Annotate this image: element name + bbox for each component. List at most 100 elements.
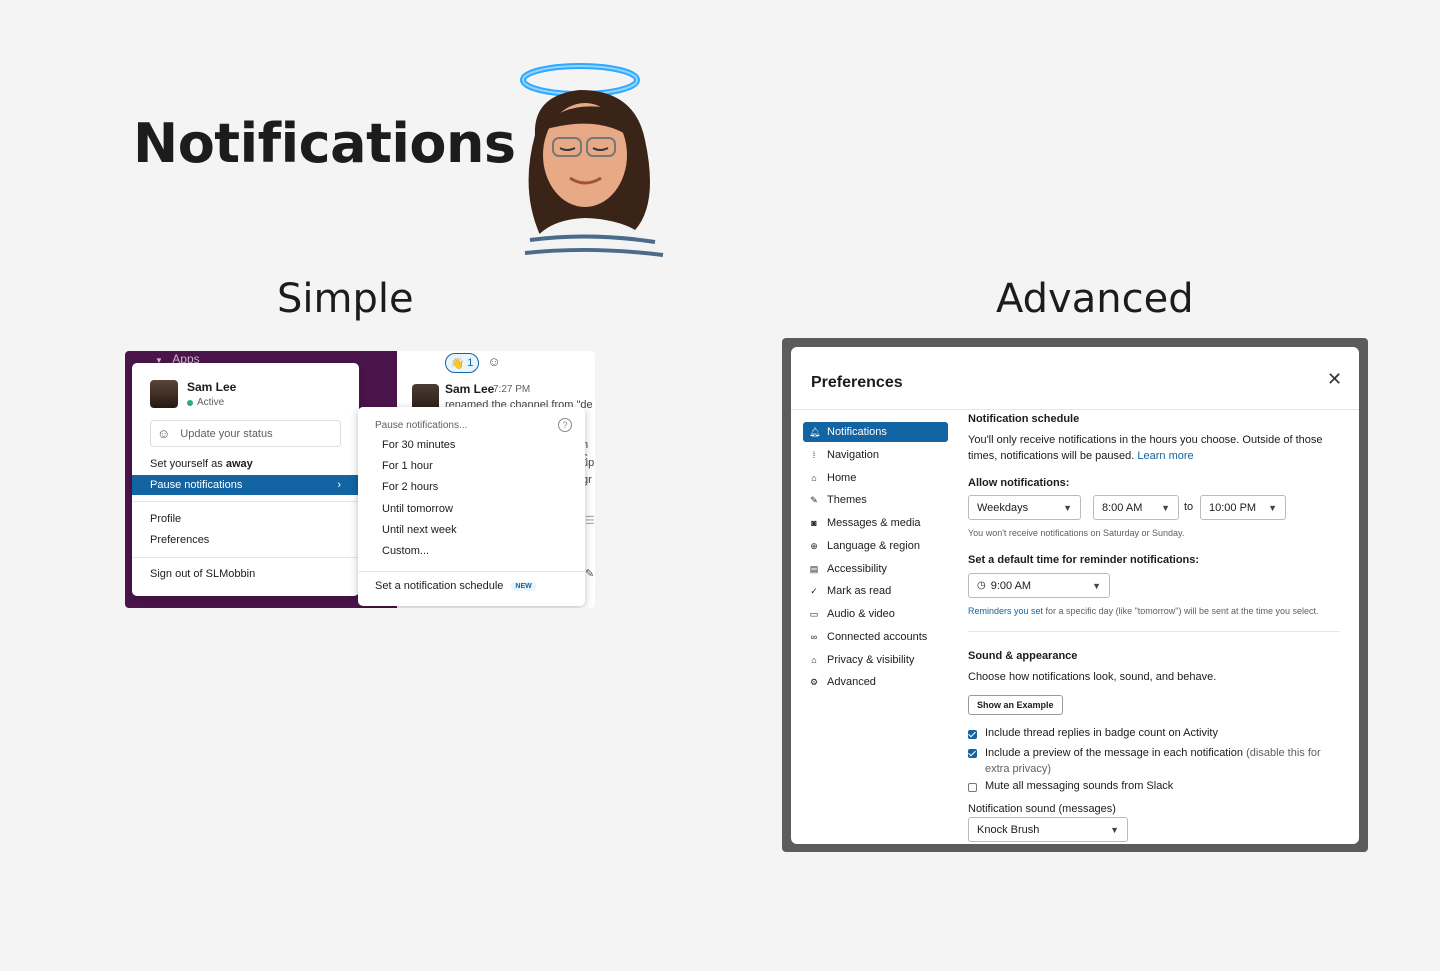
compose-icon[interactable]: ✎ <box>585 567 594 580</box>
preview-label-text: Include a preview of the message in each… <box>985 747 1244 759</box>
accessibility-icon: ▤ <box>809 563 819 574</box>
message-author[interactable]: Sam Lee <box>445 382 494 396</box>
brush-icon: ✎ <box>810 494 818 505</box>
nav-label: Themes <box>827 494 867 506</box>
checkbox-checked-icon[interactable] <box>968 749 977 758</box>
check-circle-icon: ✓ <box>810 585 818 596</box>
presence-label: Active <box>197 397 225 408</box>
modal-title: Preferences <box>811 374 903 391</box>
pause-option[interactable]: For 2 hours <box>382 481 438 493</box>
update-status-label: Update your status <box>180 427 273 440</box>
checkbox-unchecked-icon[interactable] <box>968 783 977 792</box>
preferences-item[interactable]: Preferences <box>150 534 209 546</box>
mute-sounds-option[interactable]: Mute all messaging sounds from Slack <box>968 780 1173 792</box>
advanced-label: Advanced <box>996 276 1194 322</box>
help-icon[interactable]: ? <box>558 418 572 432</box>
allow-label-text: Allow notifications: <box>968 477 1070 489</box>
pause-notifications-label: Pause notifications <box>150 479 243 491</box>
link-icon: ∞ <box>810 632 818 642</box>
divider <box>968 631 1340 632</box>
nav-label: Language & region <box>827 540 920 552</box>
profile-name: Sam Lee <box>187 380 237 394</box>
reminders-link[interactable]: Reminders you set <box>968 606 1043 616</box>
set-schedule-item[interactable]: Set a notification schedule NEW <box>375 580 536 592</box>
notification-sound-select[interactable]: Knock Brush ▼ <box>968 817 1128 842</box>
nav-item-mark-as-read[interactable]: ✓ Mark as read <box>803 581 948 601</box>
learn-more-link[interactable]: Learn more <box>1137 450 1193 462</box>
message-time[interactable]: 7:27 PM <box>493 384 530 395</box>
reaction-pill[interactable]: 👋 1 <box>445 353 479 373</box>
reminder-time-value: 9:00 AM <box>990 579 1032 592</box>
end-time-select[interactable]: 10:00 PM ▼ <box>1200 495 1286 520</box>
clock-icon: ◷ <box>977 580 986 591</box>
set-away-prefix: Set yourself as <box>150 458 226 470</box>
pause-option[interactable]: For 30 minutes <box>382 439 455 451</box>
checkbox-checked-icon[interactable] <box>968 730 977 739</box>
set-schedule-label: Set a notification schedule <box>375 580 504 592</box>
pause-notifications-item[interactable]: Pause notifications › <box>132 475 359 495</box>
profile-menu: Sam Lee Active ☺ Update your status Set … <box>132 363 359 596</box>
nav-item-navigation[interactable]: ⁞ Navigation <box>803 445 948 465</box>
sound-description: Choose how notifications look, sound, an… <box>968 671 1217 683</box>
nav-item-home[interactable]: ⌂ Home <box>803 468 948 488</box>
message-icon: ◙ <box>811 518 817 528</box>
globe-icon: ⊕ <box>810 540 818 551</box>
end-time-value: 10:00 PM <box>1209 501 1257 514</box>
days-value: Weekdays <box>977 501 1029 514</box>
nav-label: Accessibility <box>827 563 887 575</box>
nav-item-language-region[interactable]: ⊕ Language & region <box>803 536 948 556</box>
video-icon: ▭ <box>809 608 819 619</box>
simple-label: Simple <box>277 276 414 322</box>
chevron-down-icon: ▼ <box>1268 502 1277 513</box>
schedule-heading: Notification schedule <box>968 413 1080 425</box>
memoji-halo-avatar <box>515 60 670 260</box>
chevron-down-icon: ▼ <box>1110 824 1119 835</box>
reminder-time-display: ◷ 9:00 AM <box>977 580 1031 592</box>
show-example-button[interactable]: Show an Example <box>968 695 1063 715</box>
preferences-content: Notification schedule You'll only receiv… <box>968 347 1348 844</box>
schedule-description: You'll only receive notifications in the… <box>968 432 1328 464</box>
pause-option[interactable]: Until tomorrow <box>382 503 453 515</box>
advanced-screenshot: Preferences ✕ 🔔︎ Notifications ⁞ Navigat… <box>782 338 1368 852</box>
update-status-button[interactable]: ☺ Update your status <box>150 420 341 447</box>
nav-item-privacy-visibility[interactable]: ⌂ Privacy & visibility <box>803 650 948 670</box>
nav-item-advanced[interactable]: ⚙ Advanced <box>803 672 948 692</box>
divider <box>358 571 585 572</box>
profile-item[interactable]: Profile <box>150 513 181 525</box>
nav-item-accessibility[interactable]: ▤ Accessibility <box>803 559 948 579</box>
pause-menu-header: Pause notifications... <box>375 420 468 431</box>
smiley-icon: ☺ <box>157 426 171 441</box>
allow-notifications-label: Allow notifications: <box>968 477 1069 489</box>
pause-option[interactable]: For 1 hour <box>382 460 433 472</box>
divider <box>132 501 359 502</box>
gear-icon: ⚙ <box>809 676 819 687</box>
preview-option[interactable]: Include a preview of the message in each… <box>968 745 1343 777</box>
nav-item-notifications[interactable]: 🔔︎ Notifications <box>803 422 948 442</box>
set-away-item[interactable]: Set yourself as away <box>150 458 253 470</box>
reaction-count: 1 <box>467 357 474 369</box>
pause-option[interactable]: Custom... <box>382 545 429 557</box>
reminder-time-select[interactable]: ◷ 9:00 AM ▼ <box>968 573 1110 598</box>
set-away-bold: away <box>225 458 253 470</box>
pause-option[interactable]: Until next week <box>382 524 457 536</box>
nav-item-themes[interactable]: ✎ Themes <box>803 490 948 510</box>
active-dot-icon <box>187 399 193 406</box>
chevron-down-icon: ▼ <box>1161 502 1170 513</box>
hero-title: Notifications <box>133 112 516 175</box>
sound-select-label: Notification sound (messages) <box>968 803 1116 815</box>
nav-label: Home <box>827 472 857 484</box>
mute-sounds-label: Mute all messaging sounds from Slack <box>985 780 1174 792</box>
add-reaction-icon[interactable]: ☺ <box>485 354 503 372</box>
thread-replies-option[interactable]: Include thread replies in badge count on… <box>968 727 1218 739</box>
list-icon: ☰ <box>585 515 595 527</box>
nav-item-audio-video[interactable]: ▭ Audio & video <box>803 604 948 624</box>
home-icon: ⌂ <box>811 473 817 483</box>
nav-item-messages-media[interactable]: ◙ Messages & media <box>803 513 948 533</box>
nav-label: Mark as read <box>827 585 892 597</box>
nav-item-connected-accounts[interactable]: ∞ Connected accounts <box>803 627 948 647</box>
sign-out-item[interactable]: Sign out of SLMobbin <box>150 568 255 580</box>
days-select[interactable]: Weekdays ▼ <box>968 495 1081 520</box>
start-time-select[interactable]: 8:00 AM ▼ <box>1093 495 1179 520</box>
avatar <box>150 380 178 408</box>
to-label: to <box>1184 501 1194 513</box>
